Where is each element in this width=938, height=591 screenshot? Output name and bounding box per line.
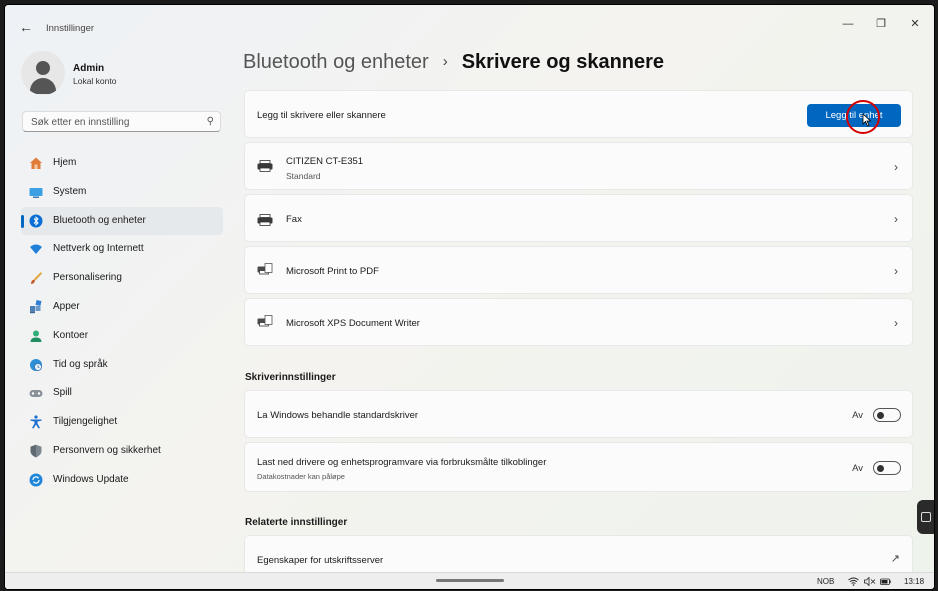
default-printer-toggle[interactable] xyxy=(873,408,901,422)
pdf-printer-icon xyxy=(257,263,273,275)
add-device-card: Legg til skrivere eller skannere Legg ti… xyxy=(244,90,913,138)
sidebar-item-label: Nettverk og Internett xyxy=(53,243,144,255)
search-icon[interactable]: ⚲ xyxy=(207,116,214,127)
sidebar-item-accessibility[interactable]: Tilgjengelighet xyxy=(21,408,223,437)
sidebar-item-label: Personalisering xyxy=(53,272,122,284)
monitor-icon xyxy=(29,185,43,199)
setting-label: Last ned drivere og enhetsprogramvare vi… xyxy=(257,457,547,468)
chevron-right-icon: › xyxy=(442,53,448,70)
wifi-icon[interactable] xyxy=(848,577,859,588)
section-title-printer-settings: Skriverinnstillinger xyxy=(245,372,336,383)
close-button[interactable]: ✕ xyxy=(904,15,926,33)
bluetooth-icon xyxy=(29,214,43,228)
metered-downloads-toggle[interactable] xyxy=(873,461,901,475)
printer-name: CITIZEN CT-E351 xyxy=(286,156,364,167)
page-title: Skrivere og skannere xyxy=(461,51,665,73)
printer-name: Fax xyxy=(286,214,302,225)
sidebar-item-label: Apper xyxy=(53,300,80,312)
accessibility-icon xyxy=(29,415,43,429)
globe-clock-icon xyxy=(29,358,43,372)
setting-sublabel: Datakostnader kan påløpe xyxy=(257,472,345,481)
sidebar-item-gaming[interactable]: Spill xyxy=(21,379,223,408)
chevron-right-icon: › xyxy=(894,212,898,226)
printer-name: Microsoft Print to PDF xyxy=(286,266,379,277)
sidebar-item-network[interactable]: Nettverk og Internett xyxy=(21,235,223,264)
sidebar-item-label: Kontoer xyxy=(53,329,89,341)
chevron-right-icon: › xyxy=(894,160,898,174)
printer-status: Standard xyxy=(286,171,321,181)
breadcrumb-parent[interactable]: Bluetooth og enheter xyxy=(243,51,429,73)
add-device-label: Legg til skrivere eller skannere xyxy=(257,110,386,121)
sidebar-item-time-language[interactable]: Tid og språk xyxy=(21,351,223,380)
update-icon xyxy=(29,473,43,487)
sidebar-item-label: Windows Update xyxy=(53,473,129,485)
section-title-related-settings: Relaterte innstillinger xyxy=(245,517,348,528)
toggle-state: Av xyxy=(852,410,863,421)
printer-row[interactable]: Microsoft Print to PDF › xyxy=(244,246,913,294)
search-box[interactable]: ⚲ xyxy=(22,111,221,132)
breadcrumb: Bluetooth og enheter › Skrivere og skanner… xyxy=(243,51,664,74)
sidebar-item-label: System xyxy=(53,185,87,197)
home-indicator[interactable] xyxy=(436,579,504,582)
language-indicator[interactable]: NOB xyxy=(817,577,834,586)
xps-printer-icon xyxy=(257,315,273,327)
sidebar-item-home[interactable]: Hjem xyxy=(21,149,223,178)
setting-row: La Windows behandle standardskriver Av xyxy=(244,390,913,438)
volume-muted-icon[interactable] xyxy=(864,576,876,588)
brush-icon xyxy=(29,271,43,285)
sidebar-item-system[interactable]: System xyxy=(21,178,223,207)
account-icon xyxy=(29,329,43,343)
sidebar-item-privacy[interactable]: Personvern og sikkerhet xyxy=(21,437,223,466)
title-bar: ← Innstillinger — ❐ ✕ xyxy=(5,5,934,45)
sidebar-item-bluetooth[interactable]: Bluetooth og enheter xyxy=(21,206,223,236)
wifi-icon xyxy=(29,242,43,256)
minimize-button[interactable]: — xyxy=(837,15,859,33)
chevron-right-icon: › xyxy=(894,316,898,330)
chevron-right-icon: › xyxy=(894,264,898,278)
printer-row[interactable]: Microsoft XPS Document Writer › xyxy=(244,298,913,346)
sidebar-nav: Hjem System Bluetooth og enheter Nettver… xyxy=(21,149,223,495)
battery-icon[interactable] xyxy=(880,577,891,588)
gamepad-icon xyxy=(29,386,43,400)
sidebar-item-personalization[interactable]: Personalisering xyxy=(21,264,223,293)
sidebar-item-label: Bluetooth og enheter xyxy=(53,214,146,226)
shield-icon xyxy=(29,444,43,458)
clock[interactable]: 13:18 xyxy=(904,577,924,586)
sidebar-item-apps[interactable]: Apper xyxy=(21,293,223,322)
printer-row[interactable]: Fax › xyxy=(244,194,913,242)
side-panel-handle[interactable] xyxy=(917,500,934,534)
sidebar-item-windows-update[interactable]: Windows Update xyxy=(21,466,223,495)
taskbar: NOB 13:18 xyxy=(5,572,934,589)
fax-icon xyxy=(257,213,273,226)
sidebar-item-label: Tilgjengelighet xyxy=(53,416,118,428)
app-title: Innstillinger xyxy=(46,23,95,34)
print-server-properties-link[interactable]: Egenskaper for utskriftsserver xyxy=(257,555,383,566)
apps-icon xyxy=(29,300,43,314)
sidebar-item-accounts[interactable]: Kontoer xyxy=(21,322,223,351)
toggle-state: Av xyxy=(852,463,863,474)
profile-name: Admin xyxy=(73,63,105,74)
sidebar-item-label: Tid og språk xyxy=(53,358,108,370)
setting-label: La Windows behandle standardskriver xyxy=(257,410,419,421)
search-input[interactable] xyxy=(29,114,201,131)
avatar[interactable] xyxy=(21,51,65,95)
back-arrow-icon[interactable]: ← xyxy=(19,19,33,35)
maximize-button[interactable]: ❐ xyxy=(870,15,892,33)
open-external-icon: ↗ xyxy=(890,553,900,565)
printer-icon xyxy=(257,159,273,172)
sidebar-item-label: Hjem xyxy=(53,157,77,168)
profile-account-type: Lokal konto xyxy=(73,76,117,86)
sidebar-item-label: Personvern og sikkerhet xyxy=(53,444,161,456)
home-icon xyxy=(29,156,43,170)
setting-row: Last ned drivere og enhetsprogramvare vi… xyxy=(244,442,913,492)
sidebar-item-label: Spill xyxy=(53,387,72,399)
settings-window: ← Innstillinger — ❐ ✕ Admin Lokal konto … xyxy=(4,4,935,590)
printer-name: Microsoft XPS Document Writer xyxy=(286,318,420,329)
printer-row[interactable]: CITIZEN CT-E351 Standard › xyxy=(244,142,913,190)
